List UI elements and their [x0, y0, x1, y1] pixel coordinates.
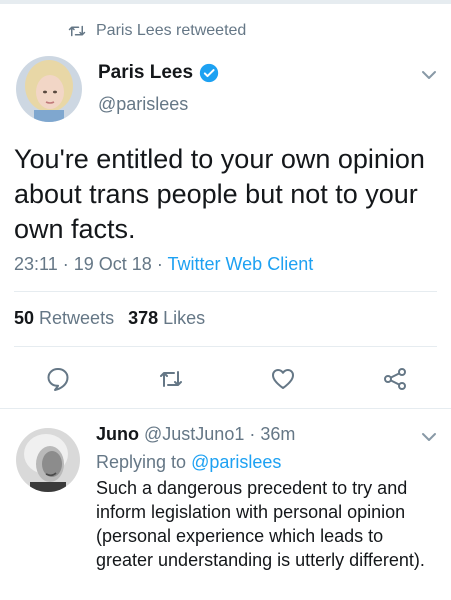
tweet-date: 19 Oct 18 — [73, 254, 152, 274]
reply-author-name[interactable]: Juno — [96, 424, 139, 444]
meta-separator: · — [156, 254, 163, 274]
tweet-actions — [0, 366, 451, 392]
replying-to-handle[interactable]: @parislees — [191, 452, 281, 472]
divider — [14, 291, 437, 292]
retweeted-banner-text: Paris Lees retweeted — [96, 22, 247, 39]
divider — [14, 346, 437, 347]
reply-author-avatar-image — [16, 428, 80, 492]
reply-author-handle[interactable]: @JustJuno1 — [144, 424, 244, 444]
retweets-label: Retweets — [39, 308, 115, 328]
tweet-stats: 50 Retweets 378 Likes — [14, 308, 205, 329]
retweeted-banner[interactable]: Paris Lees retweeted — [68, 20, 246, 42]
author-name-text: Paris Lees — [98, 62, 194, 83]
reply-icon[interactable] — [45, 366, 71, 392]
retweet-icon — [68, 25, 86, 37]
retweet-icon[interactable] — [158, 366, 184, 392]
tweet-client-link[interactable]: Twitter Web Client — [168, 254, 314, 274]
tweet-detail-view: Paris Lees retweeted Paris Lees @parisle… — [0, 0, 451, 600]
divider — [0, 408, 451, 409]
reply-text: Such a dangerous precedent to try and in… — [96, 478, 425, 570]
chevron-down-icon[interactable] — [421, 432, 437, 442]
reply-header: Juno @JustJuno1 · 36m — [96, 424, 295, 445]
tweet-meta: 23:11 · 19 Oct 18 · Twitter Web Client — [14, 254, 313, 275]
author-avatar-image — [16, 56, 82, 122]
verified-badge-icon — [199, 63, 219, 83]
replying-to: Replying to @parislees — [96, 452, 281, 473]
share-icon[interactable] — [382, 366, 408, 392]
likes-stat[interactable]: 378 Likes — [128, 308, 205, 329]
tweet-text: You're entitled to your own opinion abou… — [14, 144, 425, 244]
reply-time: 36m — [260, 424, 296, 444]
chevron-down-icon[interactable] — [421, 70, 437, 80]
heart-icon[interactable] — [270, 366, 296, 392]
author-handle[interactable]: @parislees — [98, 94, 188, 115]
replying-to-label: Replying to — [96, 452, 187, 472]
meta-separator: · — [62, 254, 69, 274]
likes-count: 378 — [128, 308, 159, 328]
author-name[interactable]: Paris Lees — [98, 62, 219, 84]
avatar[interactable] — [16, 428, 80, 492]
avatar[interactable] — [16, 56, 82, 122]
retweets-stat[interactable]: 50 Retweets — [14, 308, 114, 329]
meta-separator: · — [249, 424, 256, 444]
retweets-count: 50 — [14, 308, 35, 328]
tweet-time: 23:11 — [14, 254, 58, 274]
likes-label: Likes — [163, 308, 206, 328]
